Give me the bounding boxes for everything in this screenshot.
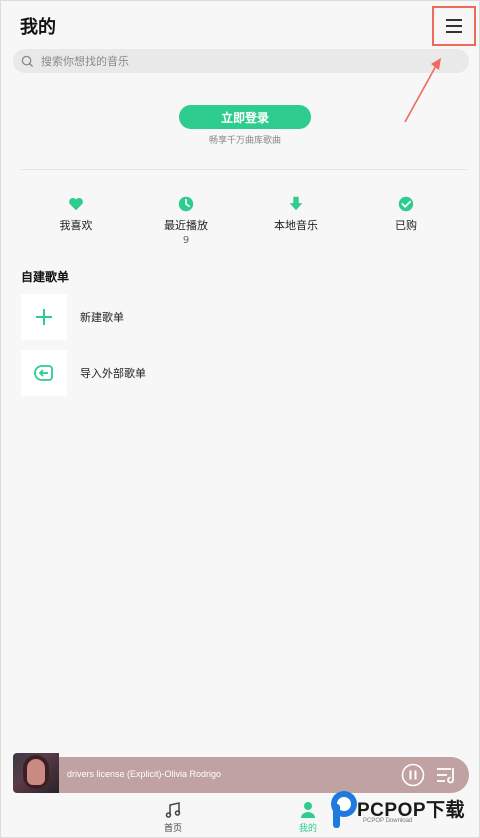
- track-title: drivers license (Explicit)-Olivia Rodrig…: [67, 769, 222, 779]
- album-cover[interactable]: [13, 753, 59, 793]
- playlist-queue-icon[interactable]: [435, 765, 457, 785]
- pause-icon[interactable]: [401, 763, 425, 787]
- search-icon: [21, 55, 34, 67]
- new-playlist-row[interactable]: 新建歌单: [21, 294, 461, 340]
- person-icon: [301, 802, 315, 818]
- login-subtitle: 畅享千万曲库歌曲: [208, 136, 281, 146]
- playlist-thumb: [21, 350, 67, 396]
- section-title-playlists: 自建歌单: [21, 270, 70, 284]
- quick-action-label: 我喜欢: [59, 219, 93, 232]
- page-title: 我的: [20, 17, 56, 38]
- watermark-logo-icon: [331, 791, 357, 828]
- header: 我的: [1, 1, 479, 49]
- quick-action-recent[interactable]: 最近播放 9: [141, 194, 231, 246]
- import-icon: [34, 365, 53, 381]
- watermark-sub: PCPOP Download: [363, 818, 413, 824]
- annotation-arrow-icon: [404, 58, 441, 123]
- hamburger-menu-icon: [446, 19, 462, 33]
- quick-action-favorites[interactable]: 我喜欢: [31, 194, 121, 235]
- nav-label: 首页: [163, 824, 182, 834]
- import-playlist-row[interactable]: 导入外部歌单: [21, 350, 461, 396]
- quick-action-label: 最近播放: [164, 219, 208, 232]
- heart-icon: [69, 197, 83, 211]
- search-input[interactable]: [41, 54, 441, 68]
- quick-action-purchased[interactable]: 已购: [361, 194, 451, 235]
- quick-action-count: 9: [182, 235, 190, 246]
- playlist-label: 导入外部歌单: [80, 367, 146, 380]
- quick-action-label: 已购: [395, 219, 417, 232]
- clock-icon: [178, 196, 194, 212]
- login-button[interactable]: 立即登录: [179, 105, 311, 129]
- quick-action-label: 本地音乐: [274, 219, 318, 232]
- menu-button[interactable]: [432, 6, 476, 46]
- check-icon: [398, 196, 414, 212]
- playlist-thumb: [21, 294, 67, 340]
- plus-icon: [36, 309, 52, 325]
- watermark: PCPOP下载 PCPOP Download: [327, 787, 477, 835]
- divider: [21, 169, 467, 170]
- quick-action-local[interactable]: 本地音乐: [251, 194, 341, 235]
- playlist-label: 新建歌单: [80, 311, 124, 324]
- nav-item-home[interactable]: 首页: [143, 801, 203, 834]
- music-note-icon: [165, 802, 181, 818]
- download-icon: [289, 196, 303, 211]
